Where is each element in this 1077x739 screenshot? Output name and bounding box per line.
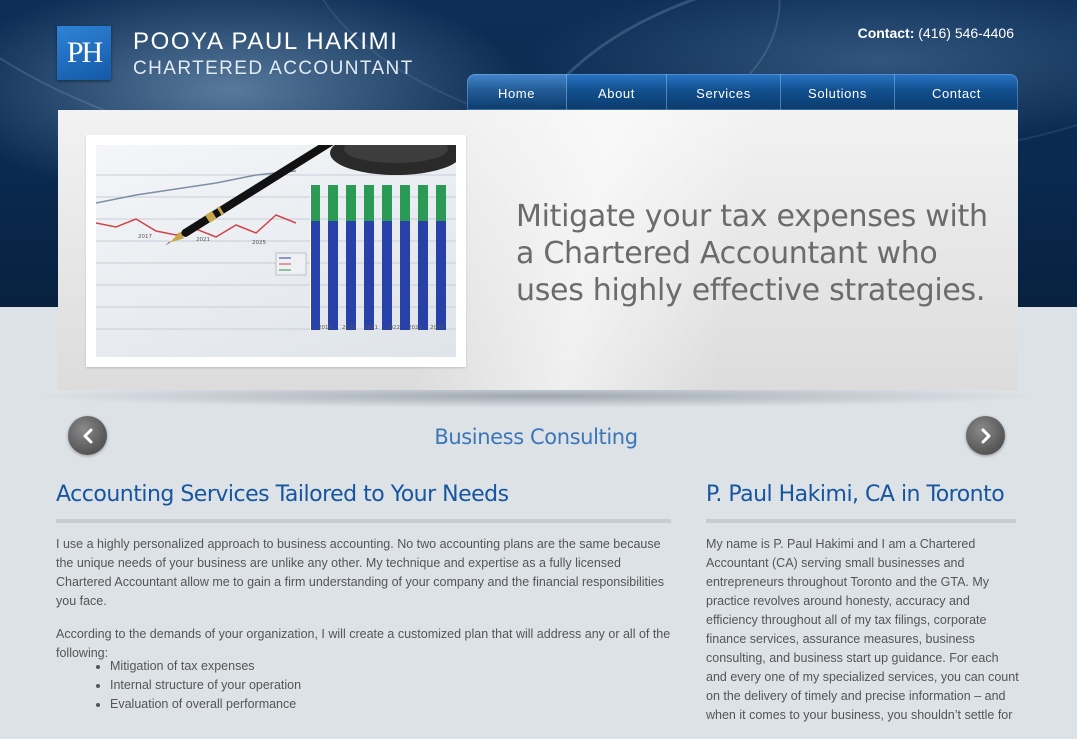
brand-subtitle: CHARTERED ACCOUNTANT	[133, 58, 414, 79]
nav-solutions[interactable]: Solutions	[781, 74, 895, 110]
chevron-right-icon	[981, 428, 990, 443]
left-column-text: I use a highly personalized approach to …	[56, 535, 671, 677]
right-heading-divider	[706, 519, 1016, 523]
slider-caption[interactable]: Business Consulting	[336, 425, 736, 449]
right-paragraph: My name is P. Paul Hakimi and I am a Cha…	[706, 537, 1019, 722]
financial-chart-illustration: 2017 2021 2025 2019 2020 2021 2022 2023 …	[96, 145, 456, 331]
list-item: Internal structure of your operation	[110, 676, 301, 695]
contact-label: Contact:	[857, 25, 915, 41]
main-nav: Home About Services Solutions Contact	[467, 74, 1018, 110]
photo-tick-label: 2025	[252, 240, 266, 246]
photo-tick-label: 2023	[408, 325, 422, 331]
banner-tagline: Mitigate your tax expenses with a Charte…	[516, 199, 988, 308]
left-heading-divider	[56, 519, 671, 523]
slider-next-button[interactable]	[966, 416, 1005, 455]
photo-tick-label: 2021	[196, 237, 210, 243]
left-column-heading: Accounting Services Tailored to Your Nee…	[56, 482, 509, 507]
header-contact: Contact: (416) 546-4406	[858, 25, 1014, 41]
nav-about[interactable]: About	[567, 74, 667, 110]
photo-tick-label: 2020	[342, 325, 356, 331]
services-bullet-list: Mitigation of tax expenses Internal stru…	[92, 657, 301, 714]
photo-tick-label: 2019	[318, 325, 332, 331]
slider-prev-button[interactable]	[68, 416, 107, 455]
left-paragraph: I use a highly personalized approach to …	[56, 537, 664, 608]
logo[interactable]: PH	[57, 26, 111, 80]
right-column-heading: P. Paul Hakimi, CA in Toronto	[706, 482, 1005, 507]
banner-photo-financial-chart: 2017 2021 2025 2019 2020 2021 2022 2023 …	[96, 145, 456, 357]
brand-name[interactable]: POOYA PAUL HAKIMI	[133, 28, 399, 56]
contact-phone[interactable]: (416) 546-4406	[918, 25, 1014, 41]
nav-services[interactable]: Services	[667, 74, 781, 110]
photo-tick-label: 2017	[138, 234, 152, 240]
list-item: Mitigation of tax expenses	[110, 657, 301, 676]
banner-photo-frame: 2017 2021 2025 2019 2020 2021 2022 2023 …	[86, 135, 466, 367]
list-item: Evaluation of overall performance	[110, 695, 301, 714]
photo-tick-label: 2024	[430, 325, 444, 331]
right-column-text: My name is P. Paul Hakimi and I am a Cha…	[706, 535, 1020, 739]
chevron-left-icon	[83, 428, 92, 443]
nav-contact[interactable]: Contact	[895, 74, 1018, 110]
photo-tick-label: 2022	[386, 325, 400, 331]
photo-tick-label: 2021	[364, 325, 378, 331]
nav-home[interactable]: Home	[467, 74, 567, 110]
hero-banner: 2017 2021 2025 2019 2020 2021 2022 2023 …	[58, 110, 1018, 390]
